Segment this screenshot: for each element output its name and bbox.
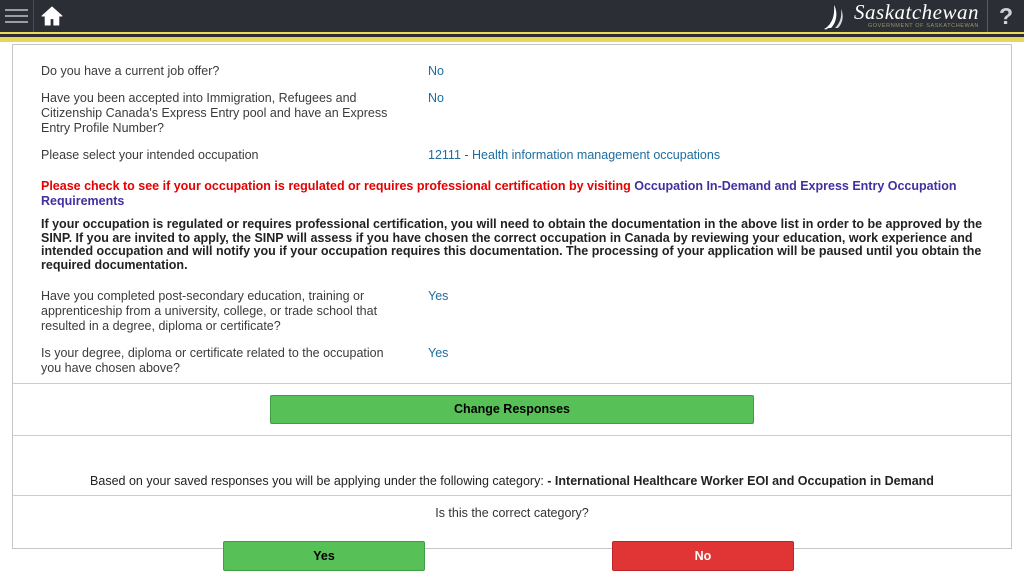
saskatchewan-logo: Saskatchewan GOVERNMENT OF SASKATCHEWAN: [822, 0, 988, 32]
warning-text: Please check to see if your occupation i…: [41, 179, 635, 193]
confirm-no-button[interactable]: No: [612, 541, 794, 571]
confirm-question: Is this the correct category?: [435, 506, 589, 520]
regulation-warning: Please check to see if your occupation i…: [41, 179, 983, 209]
confirm-yes-button[interactable]: Yes: [223, 541, 425, 571]
wheat-sheaf-icon: [824, 5, 843, 30]
top-navigation-bar: Saskatchewan GOVERNMENT OF SASKATCHEWAN …: [0, 0, 1024, 32]
home-button[interactable]: [34, 0, 70, 32]
change-responses-button[interactable]: Change Responses: [270, 395, 754, 424]
menu-icon[interactable]: [0, 0, 34, 32]
occupation-answer-link[interactable]: 12111 - Health information management oc…: [428, 148, 720, 163]
category-value: - International Healthcare Worker EOI an…: [547, 474, 934, 488]
question-row-job-offer: Do you have a current job offer? No: [41, 64, 983, 79]
question-label: Have you been accepted into Immigration,…: [41, 91, 388, 135]
confirm-buttons-row: Yes No: [13, 541, 1011, 571]
question-answer: No: [428, 91, 444, 105]
category-confirm-section: Is this the correct category? Yes No: [13, 496, 1011, 571]
question-row-related-credential: Is your degree, diploma or certificate r…: [41, 346, 983, 376]
question-answer: No: [428, 64, 444, 78]
application-review-panel: Do you have a current job offer? No Have…: [12, 44, 1012, 571]
question-row-occupation: Please select your intended occupation 1…: [41, 148, 983, 163]
saved-responses-section: Do you have a current job offer? No Have…: [13, 45, 1011, 376]
question-row-express-entry: Have you been accepted into Immigration,…: [41, 91, 983, 136]
question-label: Have you completed post-secondary educat…: [41, 289, 378, 333]
brand-name: Saskatchewan: [854, 0, 979, 25]
documentation-notice: If your occupation is regulated or requi…: [41, 217, 983, 272]
change-responses-section: Change Responses: [13, 384, 1011, 435]
home-icon: [41, 6, 63, 26]
question-row-education: Have you completed post-secondary educat…: [41, 289, 983, 334]
question-label: Do you have a current job offer?: [41, 64, 220, 78]
gold-stripe-thick: [0, 37, 1024, 42]
category-prefix: Based on your saved responses you will b…: [90, 474, 548, 488]
question-label: Is your degree, diploma or certificate r…: [41, 346, 384, 375]
question-answer: Yes: [428, 289, 449, 303]
help-button[interactable]: ?: [988, 0, 1024, 32]
question-mark-icon: ?: [998, 2, 1014, 29]
brand-subtitle: GOVERNMENT OF SASKATCHEWAN: [867, 23, 979, 30]
question-answer: Yes: [428, 346, 449, 360]
category-result-section: Based on your saved responses you will b…: [13, 436, 1011, 495]
question-label: Please select your intended occupation: [41, 148, 259, 162]
